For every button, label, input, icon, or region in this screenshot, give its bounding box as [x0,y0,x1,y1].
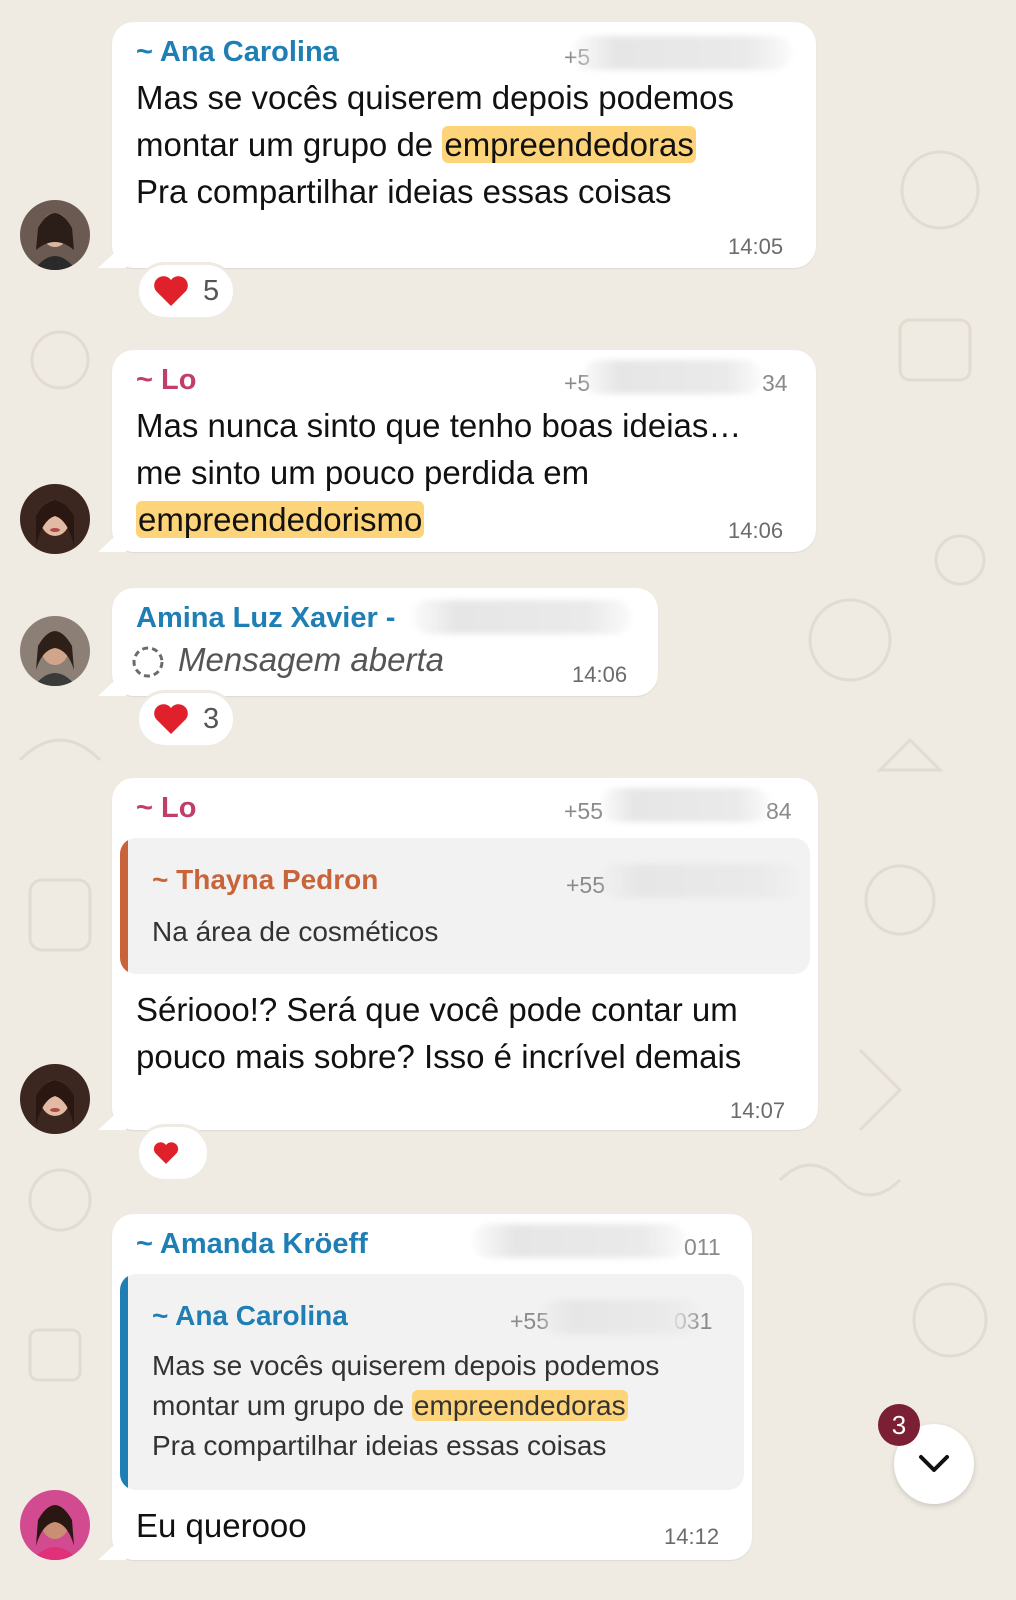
reaction-badge[interactable]: 3 [136,690,237,748]
quoted-message[interactable]: ~ Thayna Pedron +55 Na área de cosmético… [120,838,810,974]
quoted-phone: +55 [566,872,606,898]
redacted-phone-smear [600,788,770,822]
reaction-badge[interactable]: 5 [136,262,237,320]
message-text-line: Mas se vocês quiserem depois podemos [136,79,734,116]
avatar-amanda[interactable] [20,1490,90,1560]
sender-name[interactable]: Amina Luz Xavier - [136,602,395,635]
sender-name[interactable]: ~ Amanda Kröeff [136,1228,368,1261]
redacted-phone-smear [600,864,800,898]
message-text-line: montar um grupo de empreendedoras [136,126,696,163]
message-time: 14:07 [730,1098,786,1123]
avatar-photo [20,1490,90,1560]
message-text-line: Mas nunca sinto que tenho boas ideias… [136,407,742,444]
message-text-line: me sinto um pouco perdida em [136,454,590,491]
avatar-lo[interactable] [20,1064,90,1134]
search-highlight: empreendedorismo [136,501,425,538]
message-text-line: empreendedorismo [136,496,425,543]
sender-name[interactable]: ~ Lo [136,792,196,825]
avatar-photo [20,616,90,686]
avatar-photo [20,484,90,554]
redacted-phone-smear [572,36,792,70]
quote-accent-bar [120,838,128,974]
reaction-badge[interactable] [136,1124,210,1182]
redacted-phone-smear [472,1224,686,1258]
sender-phone-tail: 34 [762,370,788,396]
message-time: 14:12 [664,1524,720,1549]
quoted-text: Mas se vocês quiserem depois podemos [152,1350,660,1381]
view-once-status[interactable]: Mensagem aberta [178,636,444,683]
heart-icon [153,1142,179,1164]
avatar-photo [20,200,90,270]
quoted-message[interactable]: ~ Ana Carolina +55 031 Mas se vocês quis… [120,1274,744,1490]
heart-icon [154,704,188,734]
quoted-sender: ~ Thayna Pedron [152,864,379,895]
message-text-line: pouco mais sobre? Isso é incrível demais [136,1038,742,1075]
message-bubble-lo[interactable]: ~ Lo +5 34 Mas nunca sinto que tenho boa… [112,350,816,552]
quoted-text: Na área de cosméticos [152,916,439,947]
quoted-sender: ~ Ana Carolina [152,1300,348,1331]
sender-phone: +55 [564,798,604,824]
message-text-line: Pra compartilhar ideias essas coisas [136,173,672,210]
message-time: 14:05 [728,234,784,259]
sender-name[interactable]: ~ Lo [136,364,196,397]
unread-count-badge: 3 [878,1404,920,1446]
quoted-text: montar um grupo de empreendedoras [152,1390,628,1421]
search-highlight: empreendedoras [442,126,696,163]
avatar-lo[interactable] [20,484,90,554]
quote-accent-bar [120,1274,128,1490]
message-bubble-amina[interactable]: Amina Luz Xavier - Mensagem aberta 14:06 [112,588,658,696]
sender-name[interactable]: ~ Ana Carolina [136,36,339,69]
heart-icon [154,276,188,306]
avatar-photo [20,1064,90,1134]
avatar-ana-carolina[interactable] [20,200,90,270]
quoted-text: Pra compartilhar ideias essas coisas [152,1430,607,1461]
search-highlight: empreendedoras [411,1390,628,1421]
view-once-icon [132,646,164,678]
redacted-phone-smear [412,600,632,634]
reaction-count: 5 [203,274,220,307]
redacted-phone-smear [540,1300,700,1334]
message-text-line: Sériooo!? Será que você pode contar um [136,991,738,1028]
message-bubble-lo-reply[interactable]: ~ Lo +55 84 ~ Thayna Pedron +55 Na área … [112,778,818,1130]
message-time: 14:06 [572,662,628,687]
sender-phone-tail: 011 [684,1234,721,1260]
message-text-line: Eu querooo [136,1507,307,1544]
reaction-count: 3 [203,702,220,735]
avatar-amina[interactable] [20,616,90,686]
chevron-down-icon [919,1455,949,1472]
redacted-phone-smear [582,360,762,394]
message-bubble-amanda[interactable]: ~ Amanda Kröeff 011 ~ Ana Carolina +55 0… [112,1214,752,1560]
message-time: 14:06 [728,518,784,543]
message-bubble-ana-carolina[interactable]: ~ Ana Carolina +5 Mas se vocês quiserem … [112,22,816,268]
